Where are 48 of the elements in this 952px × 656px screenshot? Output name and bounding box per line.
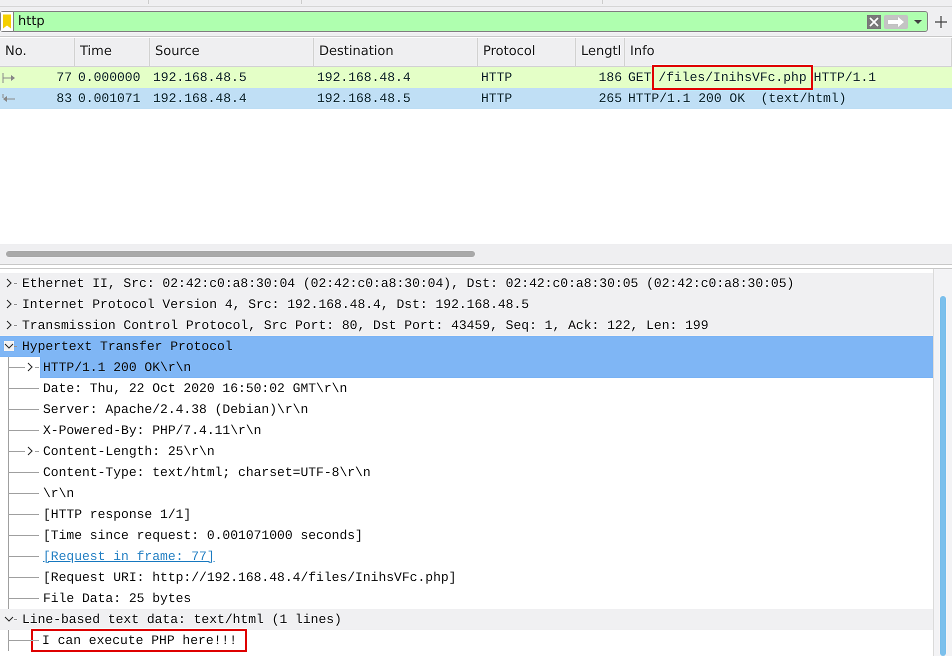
packet-row[interactable]: 77 0.000000 192.168.48.5 192.168.48.4 HTTP 186 GET /files/InihsVFc.php HTTP/1.1 — [0, 67, 952, 88]
right-arrow-icon — [2, 72, 16, 82]
frame-link[interactable]: [Request in frame: 77] — [40, 546, 218, 567]
left-arrow-icon — [2, 94, 16, 104]
table-cell-text: 265 — [598, 90, 623, 108]
tree-item[interactable]: \r\n — [40, 483, 78, 504]
horizontal-scrollbar[interactable] — [0, 244, 952, 265]
table-cell-text: HTTP/1.1 200 OK (text/html) — [628, 90, 846, 108]
tree-item[interactable]: Content-Type: text/html; charset=UTF-8\r\n — [40, 462, 374, 483]
column-header[interactable]: Time — [75, 38, 150, 66]
dropdown-caret-icon[interactable] — [914, 18, 922, 24]
packet-row[interactable]: 83 0.001071 192.168.48.4 192.168.48.5 HTTP 265 HTTP/1.1 200 OK (text/html) — [0, 88, 952, 109]
display-filter-field[interactable]: http — [0, 11, 928, 32]
tree-item[interactable]: HTTP/1.1 200 OK\r\n — [40, 357, 933, 378]
highlighted-text: /files/InihsVFc.php — [654, 67, 811, 88]
collapse-chevron-icon[interactable] — [4, 341, 14, 351]
table-cell-text: GET — [628, 69, 652, 87]
column-header[interactable]: Info — [625, 38, 952, 66]
column-header[interactable]: Destination — [314, 38, 478, 66]
clear-icon[interactable] — [867, 14, 881, 28]
tree-item[interactable]: X-Powered-By: PHP/7.4.11\r\n — [40, 420, 264, 441]
table-cell-text: 192.168.48.4 — [152, 90, 248, 108]
packet-number: 77 — [56, 69, 72, 87]
column-header[interactable]: No. — [0, 38, 75, 66]
table-cell-text: 0.001071 — [77, 90, 142, 108]
tree-item[interactable]: [Time since request: 0.001071000 seconds] — [40, 525, 366, 546]
column-header[interactable]: Source — [150, 38, 314, 66]
table-cell-text: 0.000000 — [77, 69, 142, 87]
bookmark-icon[interactable] — [1, 12, 14, 31]
table-cell-text: HTTP — [480, 90, 514, 108]
tree-item[interactable]: I can execute PHP here!!! — [32, 630, 246, 651]
table-cell-text: 192.168.48.5 — [316, 90, 412, 108]
column-header[interactable]: Lengtl — [576, 38, 625, 66]
table-cell-text: 192.168.48.5 — [152, 69, 248, 87]
vertical-scrollbar[interactable] — [933, 269, 952, 656]
column-header[interactable]: Protocol — [478, 38, 576, 66]
tree-item[interactable]: File Data: 25 bytes — [40, 588, 194, 609]
table-cell-text: HTTP/1.1 — [814, 69, 876, 87]
table-cell-text: 186 — [598, 69, 623, 87]
tree-item[interactable]: Date: Thu, 22 Oct 2020 16:50:02 GMT\r\n — [40, 378, 350, 399]
tree-item[interactable]: Content-Length: 25\r\n — [40, 441, 218, 462]
table-cell-text: HTTP — [480, 69, 514, 87]
table-cell-text: 192.168.48.4 — [316, 69, 412, 87]
tree-item[interactable]: [HTTP response 1/1] — [40, 504, 194, 525]
tree-item[interactable]: [Request URI: http://192.168.48.4/files/InihsVFc.php] — [40, 567, 460, 588]
add-icon[interactable] — [935, 16, 947, 28]
tree-item[interactable]: Server: Apache/2.4.38 (Debian)\r\n — [40, 399, 312, 420]
packet-number: 83 — [56, 90, 72, 108]
